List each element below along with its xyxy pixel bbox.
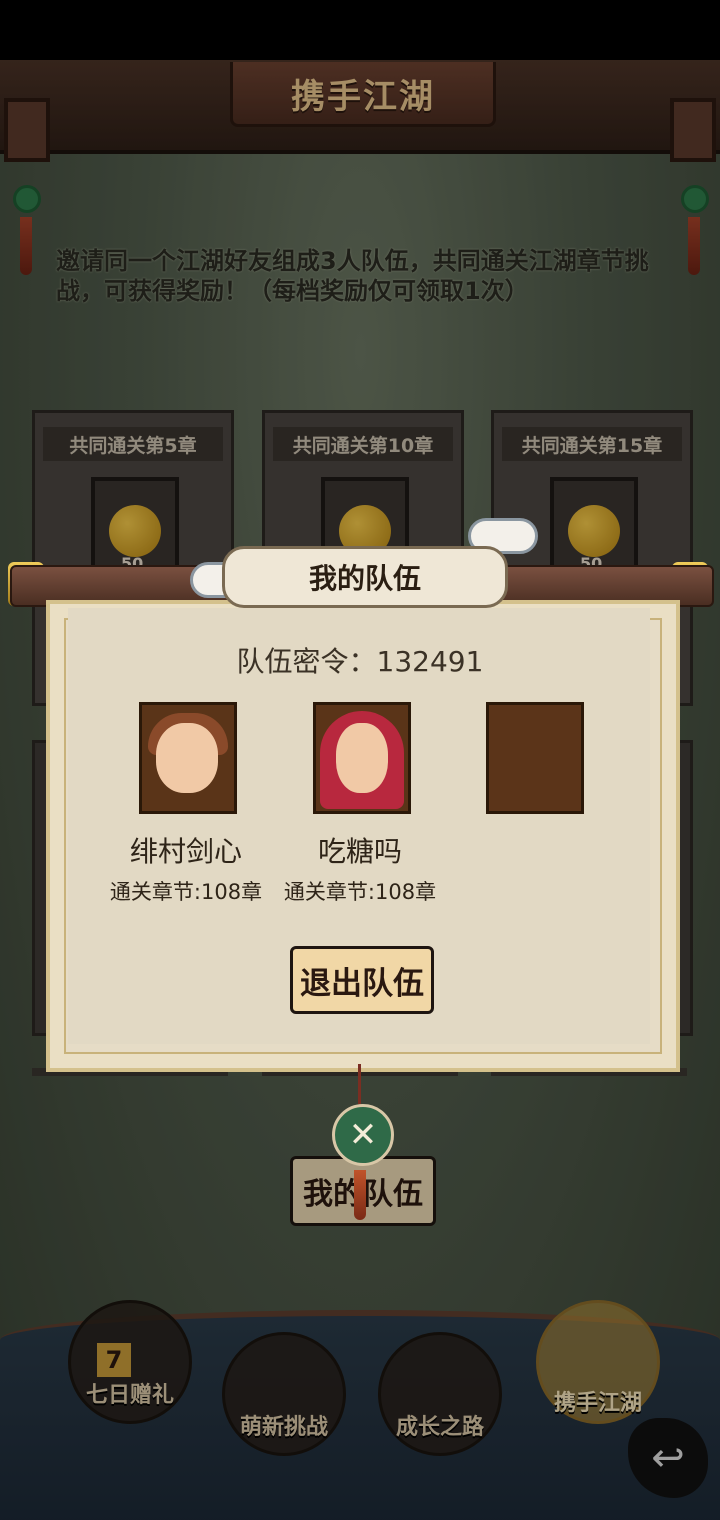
close-tassel — [354, 1170, 366, 1220]
member-avatar[interactable] — [313, 702, 411, 814]
close-cord — [358, 1064, 361, 1104]
empty-member-slot[interactable] — [486, 702, 584, 814]
member-name: 吃糖吗 — [317, 835, 402, 868]
team-code: 队伍密令：132491 — [236, 645, 484, 678]
game-scene: 携手江湖 邀请同一个江湖好友组成3人队伍，共同通关江湖章节挑战，可获得奖励！（每… — [0, 60, 720, 1520]
status-bar — [0, 0, 720, 60]
leave-team-button[interactable]: 退出队伍 — [290, 946, 434, 1014]
dialog-title: 我的队伍 — [222, 546, 508, 608]
member-avatar[interactable] — [139, 702, 237, 814]
close-icon[interactable]: ✕ — [332, 1104, 394, 1166]
member-stage: 通关章节:108章 — [283, 880, 437, 904]
